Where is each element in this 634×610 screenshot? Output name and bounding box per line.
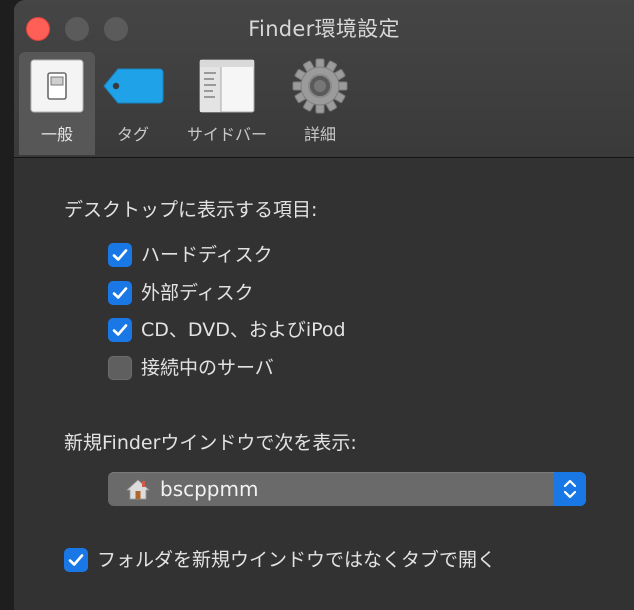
checkmark-icon bbox=[68, 554, 84, 566]
tab-general-label: 一般 bbox=[40, 125, 73, 144]
finder-preferences-window: Finder環境設定 一般 タグ サイドバー 詳細 デスクトップに表示する項目:… bbox=[14, 0, 634, 610]
home-icon bbox=[125, 478, 151, 504]
checkmark-icon bbox=[112, 324, 128, 336]
tab-advanced[interactable]: 詳細 bbox=[286, 52, 354, 155]
new-window-location-popup[interactable]: bscppmm bbox=[108, 472, 586, 506]
general-switch-icon bbox=[30, 59, 84, 117]
label-open-folders-in-tabs[interactable]: フォルダを新規ウインドウではなくタブで開く bbox=[97, 547, 496, 573]
tab-sidebar-label: サイドバー bbox=[186, 125, 267, 144]
sidebar-icon bbox=[199, 59, 255, 117]
checkbox-hard-disks[interactable] bbox=[108, 243, 132, 267]
label-hard-disks[interactable]: ハードディスク bbox=[141, 242, 273, 268]
popup-stepper-arrows[interactable] bbox=[554, 472, 586, 506]
window-title: Finder環境設定 bbox=[248, 17, 400, 41]
tab-sidebar[interactable]: サイドバー bbox=[174, 52, 280, 155]
label-connected-servers[interactable]: 接続中のサーバ bbox=[141, 355, 274, 381]
checkbox-open-folders-in-tabs[interactable] bbox=[64, 548, 88, 572]
gear-icon bbox=[291, 57, 349, 119]
chevron-up-down-icon bbox=[563, 479, 577, 499]
tab-tags[interactable]: タグ bbox=[100, 52, 166, 155]
checkmark-icon bbox=[112, 287, 128, 299]
tag-icon bbox=[103, 66, 165, 110]
tab-advanced-label: 詳細 bbox=[303, 125, 336, 144]
checkbox-cd-dvd-ipod[interactable] bbox=[108, 318, 132, 342]
tab-tags-label: タグ bbox=[116, 125, 149, 144]
popup-selected-value: bscppmm bbox=[160, 477, 259, 501]
checkmark-icon bbox=[112, 249, 128, 261]
checkbox-connected-servers[interactable] bbox=[108, 356, 132, 380]
desktop-items-heading: デスクトップに表示する項目: bbox=[64, 199, 318, 221]
toolbar: Finder環境設定 一般 タグ サイドバー 詳細 bbox=[14, 0, 634, 158]
label-cd-dvd-ipod[interactable]: CD、DVD、およびiPod bbox=[141, 317, 346, 343]
tab-general[interactable]: 一般 bbox=[19, 52, 95, 155]
checkbox-external-disks[interactable] bbox=[108, 281, 132, 305]
label-external-disks[interactable]: 外部ディスク bbox=[141, 280, 254, 306]
new-window-heading: 新規Finderウインドウで次を表示: bbox=[64, 432, 357, 454]
